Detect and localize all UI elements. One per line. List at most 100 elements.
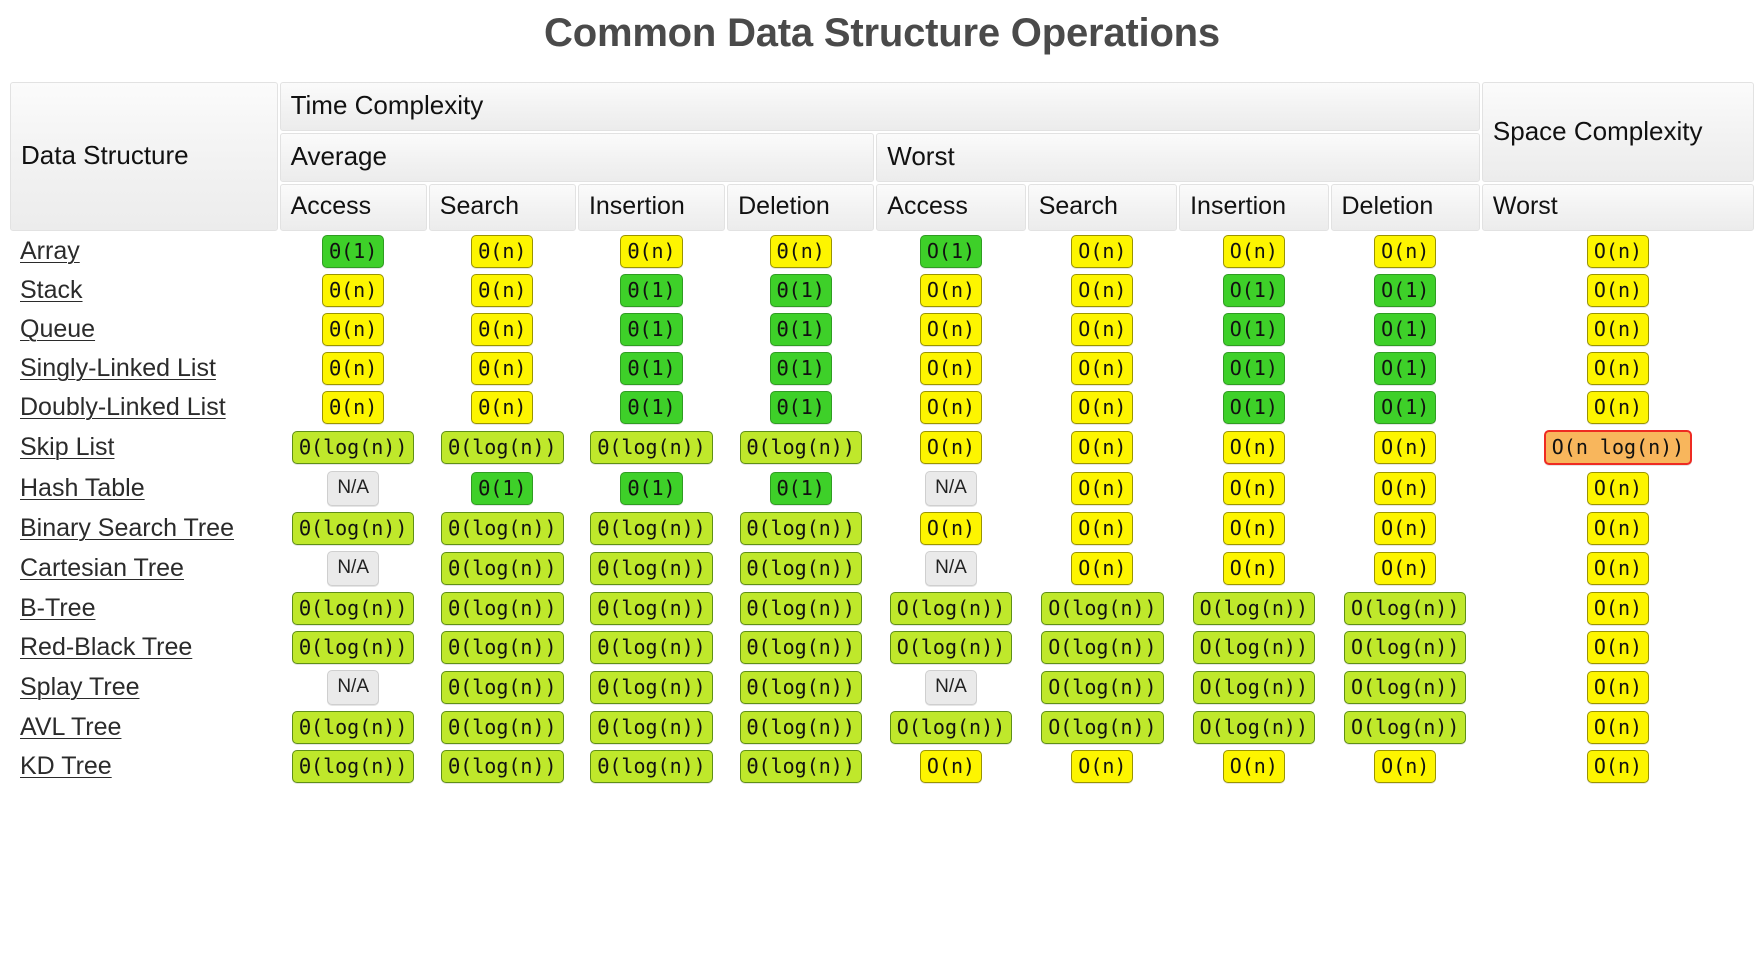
complexity-cell: O(n)	[1331, 233, 1480, 270]
complexity-cell: Θ(log(n))	[727, 668, 874, 707]
data-structure-link[interactable]: Stack	[20, 276, 83, 304]
data-structure-link[interactable]: AVL Tree	[20, 713, 121, 741]
page-root: Common Data Structure Operations Data St…	[0, 0, 1764, 972]
complexity-cell: Θ(log(n))	[578, 549, 725, 588]
complexity-badge-orange: O(n log(n))	[1543, 430, 1693, 465]
complexity-cell: Θ(1)	[727, 469, 874, 508]
complexity-badge-chartreuse: Θ(log(n))	[590, 631, 713, 664]
complexity-cell: Θ(1)	[578, 469, 725, 508]
complexity-cell: O(log(n))	[1179, 590, 1328, 627]
data-structure-link[interactable]: Red-Black Tree	[20, 633, 192, 661]
complexity-badge-yellow: O(n)	[919, 512, 983, 545]
complexity-badge-green: O(1)	[1222, 352, 1285, 385]
complexity-cell: N/A	[876, 549, 1025, 588]
complexity-badge-chartreuse: Θ(log(n))	[739, 750, 862, 783]
table-row: Array Θ(1) Θ(n) Θ(n) Θ(n) O(1) O(n) O(n) O(n) O(n…	[10, 233, 1754, 270]
table-row: Singly-Linked List Θ(n) Θ(n) Θ(1) Θ(1) O(n) O(…	[10, 350, 1754, 387]
complexity-cell: O(log(n))	[1331, 668, 1480, 707]
header-op-worst-search: Search	[1027, 184, 1178, 231]
complexity-badge-chartreuse: Θ(log(n))	[291, 512, 415, 545]
data-structure-link[interactable]: Binary Search Tree	[20, 514, 234, 542]
complexity-cell: O(1)	[1331, 272, 1480, 309]
complexity-cell: O(1)	[1179, 350, 1328, 387]
complexity-badge-chartreuse: Θ(log(n))	[441, 750, 564, 783]
complexity-badge-chartreuse: O(log(n))	[1041, 631, 1164, 664]
complexity-badge-chartreuse: Θ(log(n))	[739, 552, 862, 585]
data-structure-link[interactable]: KD Tree	[20, 752, 112, 780]
complexity-cell: Θ(1)	[727, 272, 874, 309]
complexity-badge-yellow: Θ(n)	[322, 313, 385, 346]
complexity-cell: Θ(1)	[578, 389, 725, 426]
complexity-cell: Θ(log(n))	[429, 510, 576, 547]
complexity-badge-chartreuse: O(log(n))	[889, 711, 1013, 744]
complexity-cell: O(1)	[876, 233, 1025, 270]
complexity-cell: Θ(log(n))	[429, 428, 576, 467]
complexity-badge-yellow: Θ(n)	[471, 391, 534, 424]
data-structure-link[interactable]: Cartesian Tree	[20, 554, 184, 582]
complexity-badge-chartreuse: O(log(n))	[1192, 592, 1315, 625]
complexity-cell: O(n)	[1179, 510, 1328, 547]
complexity-cell: N/A	[280, 668, 427, 707]
complexity-cell: Θ(log(n))	[280, 629, 427, 666]
complexity-badge-chartreuse: Θ(log(n))	[590, 750, 713, 783]
complexity-cell: O(log(n))	[1331, 590, 1480, 627]
row-label-singly-linked-list: Singly-Linked List	[10, 350, 278, 387]
data-structure-link[interactable]: Array	[20, 237, 80, 265]
data-structure-link[interactable]: Singly-Linked List	[20, 354, 216, 382]
complexity-cell: Θ(1)	[727, 311, 874, 348]
complexity-cell: Θ(log(n))	[727, 709, 874, 746]
data-structure-link[interactable]: Hash Table	[20, 474, 145, 502]
complexity-cell: Θ(n)	[280, 389, 427, 426]
complexity-badge-yellow: O(n)	[1071, 352, 1134, 385]
complexity-cell: O(n)	[1028, 272, 1177, 309]
data-structure-link[interactable]: Doubly-Linked List	[20, 393, 226, 421]
complexity-cell: O(log(n))	[1331, 629, 1480, 666]
complexity-badge-chartreuse: O(log(n))	[1041, 592, 1164, 625]
complexity-badge-chartreuse: Θ(log(n))	[441, 592, 564, 625]
complexity-cell: Θ(1)	[578, 272, 725, 309]
complexity-badge-green: O(1)	[1374, 313, 1437, 346]
row-label-red-black-tree: Red-Black Tree	[10, 629, 278, 666]
complexity-cell: O(1)	[1331, 350, 1480, 387]
complexity-cell: Θ(log(n))	[578, 709, 725, 746]
complexity-badge-chartreuse: Θ(log(n))	[590, 671, 713, 704]
complexity-badge-na: N/A	[327, 551, 380, 586]
complexity-badge-chartreuse: O(log(n))	[1192, 631, 1315, 664]
complexity-cell: Θ(log(n))	[578, 629, 725, 666]
complexity-cell: O(n)	[876, 311, 1025, 348]
complexity-badge-yellow: O(n)	[1374, 472, 1437, 505]
complexity-cell: Θ(log(n))	[280, 709, 427, 746]
complexity-badge-green: O(1)	[1222, 391, 1285, 424]
complexity-badge-green: O(1)	[1374, 352, 1437, 385]
complexity-cell: Θ(n)	[429, 311, 576, 348]
row-label-b-tree: B-Tree	[10, 590, 278, 627]
complexity-cell: Θ(n)	[578, 233, 725, 270]
header-op-worst-deletion: Deletion	[1330, 184, 1480, 231]
complexity-badge-yellow: O(n)	[1586, 512, 1650, 545]
complexity-cell: O(n)	[1482, 233, 1754, 270]
complexity-cell: O(n log(n))	[1482, 428, 1754, 467]
complexity-cell: O(n)	[876, 389, 1025, 426]
complexity-cell: Θ(1)	[727, 350, 874, 387]
table-body: Array Θ(1) Θ(n) Θ(n) Θ(n) O(1) O(n) O(n) O(n) O(n…	[10, 233, 1754, 785]
complexity-cell: O(n)	[1028, 748, 1177, 785]
complexity-cell: O(n)	[876, 510, 1025, 547]
complexity-cell: O(n)	[1179, 748, 1328, 785]
data-structure-link[interactable]: Skip List	[20, 433, 114, 461]
complexity-cell: O(n)	[1482, 510, 1754, 547]
complexity-badge-green: Θ(1)	[471, 472, 534, 505]
complexity-cell: O(n)	[1331, 549, 1480, 588]
data-structure-link[interactable]: Splay Tree	[20, 673, 140, 701]
table-row: KD Tree Θ(log(n)) Θ(log(n)) Θ(log(n)) Θ(log(…	[10, 748, 1754, 785]
complexity-badge-yellow: O(n)	[919, 391, 983, 424]
complexity-cell: Θ(n)	[280, 311, 427, 348]
data-structure-link[interactable]: Queue	[20, 315, 95, 343]
complexity-cell: O(n)	[1482, 272, 1754, 309]
data-structure-link[interactable]: B-Tree	[20, 594, 95, 622]
complexity-badge-yellow: O(n)	[1586, 711, 1650, 744]
complexity-cell: O(n)	[1028, 510, 1177, 547]
complexity-badge-chartreuse: O(log(n))	[889, 592, 1013, 625]
table-row: Splay Tree N/A Θ(log(n)) Θ(log(n)) Θ(log(n))…	[10, 668, 1754, 707]
complexity-cell: O(n)	[1331, 428, 1480, 467]
complexity-cell: O(n)	[876, 272, 1025, 309]
